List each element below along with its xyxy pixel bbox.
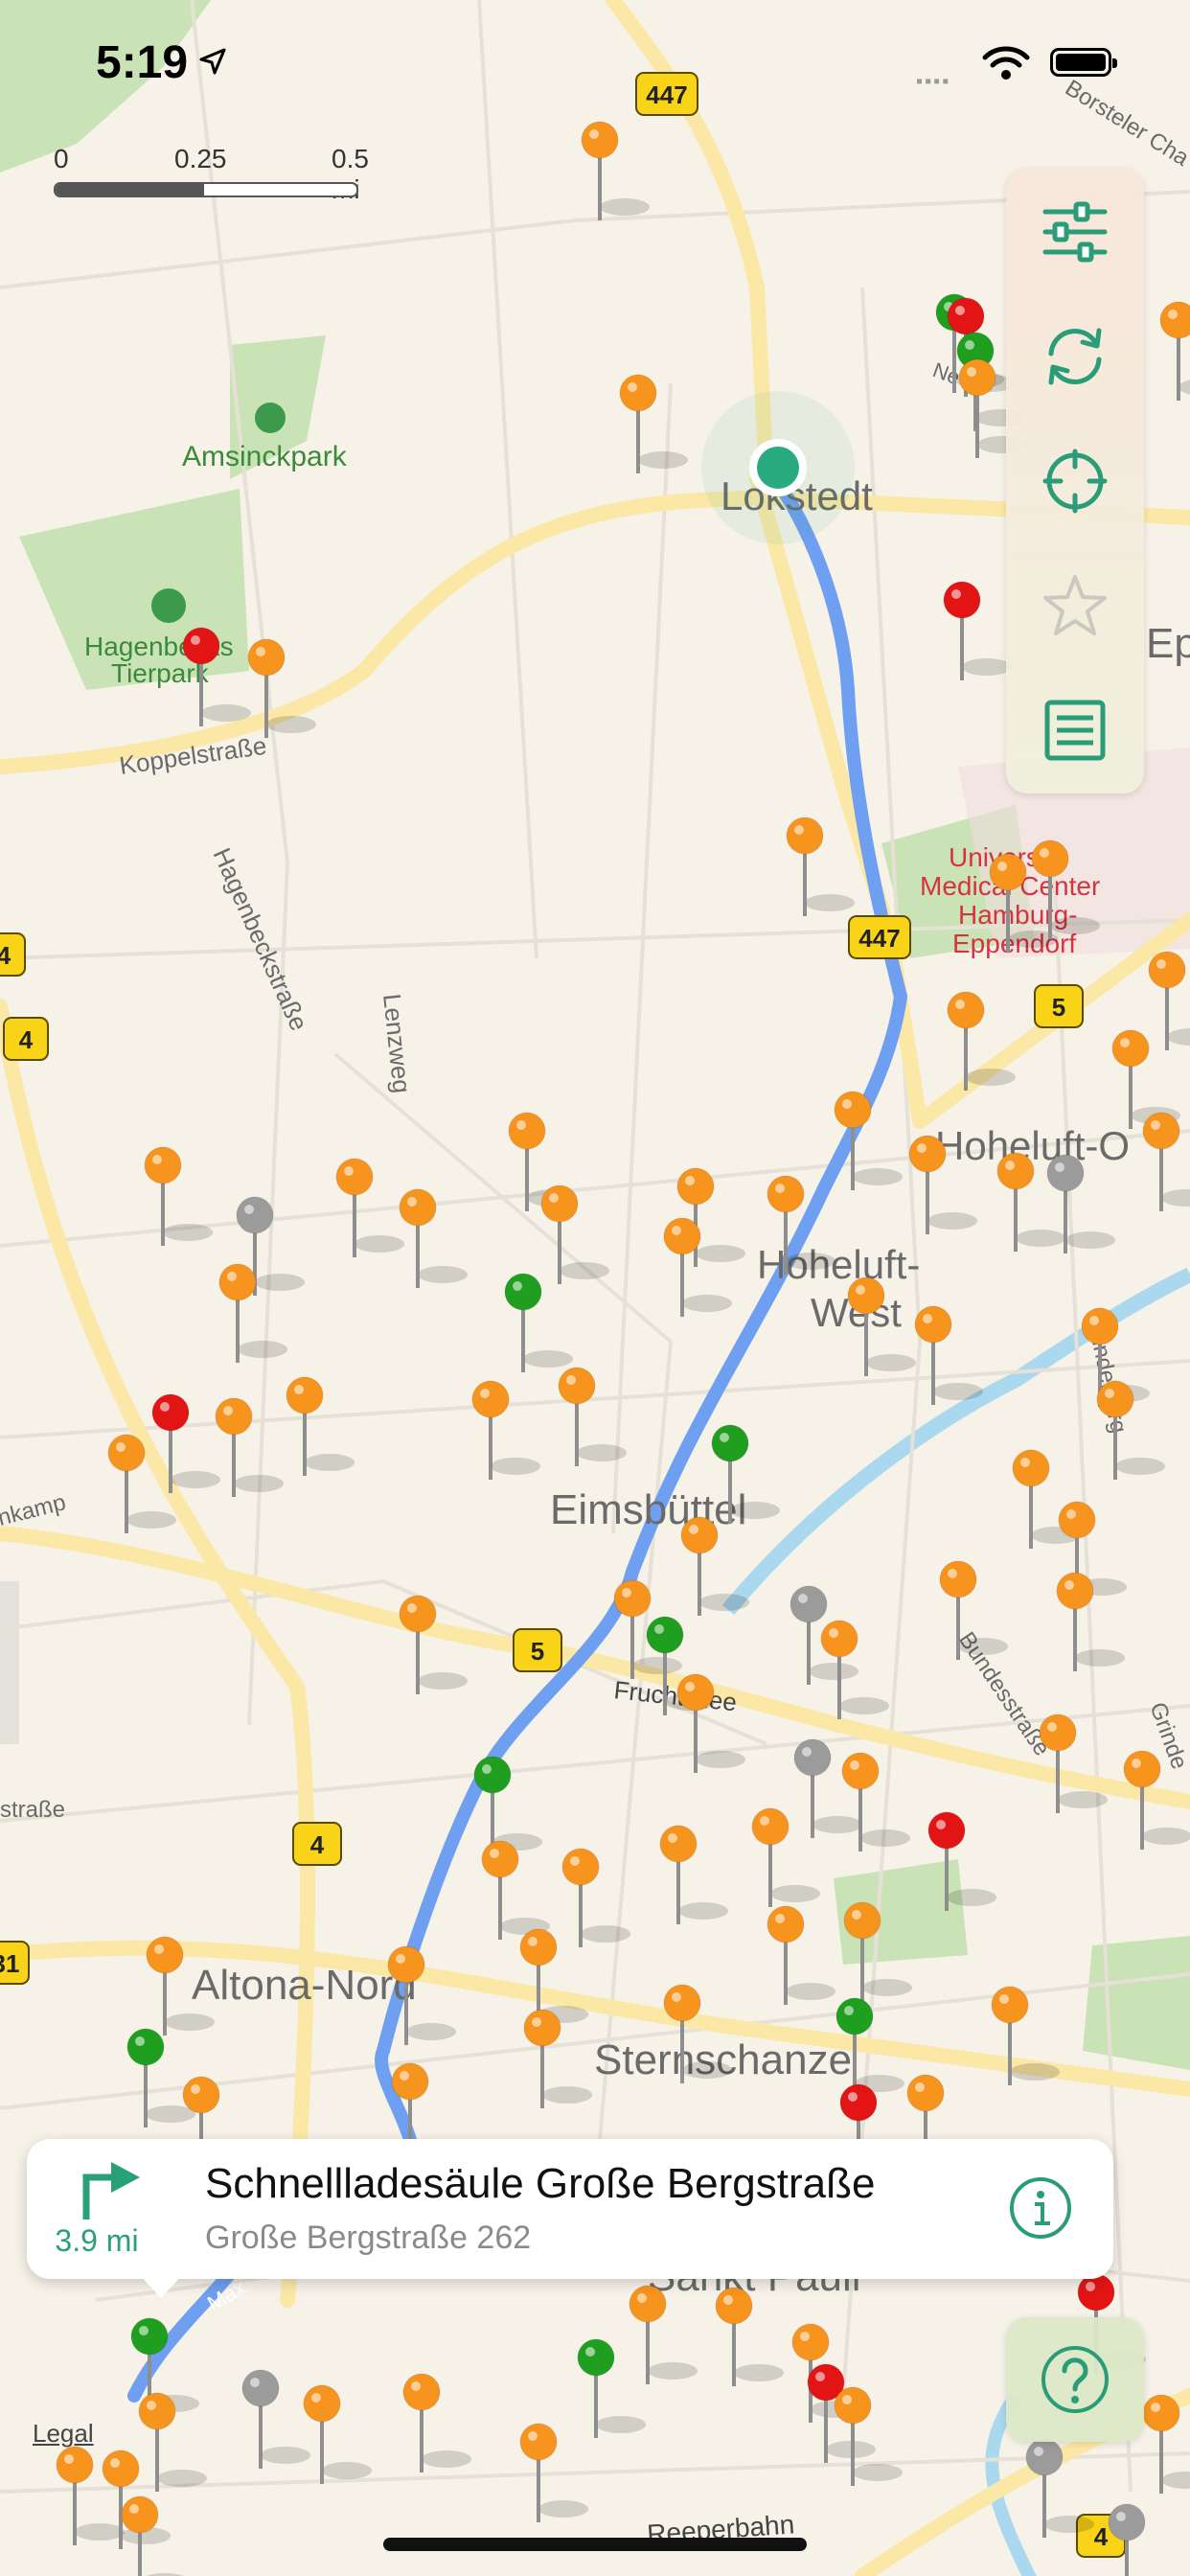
map-label-hoheluft-west-1: Hoheluft- <box>757 1242 920 1287</box>
current-location-dot-inner <box>757 447 799 489</box>
favorites-button[interactable] <box>1027 558 1123 654</box>
map-label-ep: Ep <box>1146 620 1190 667</box>
wifi-icon <box>982 46 1030 80</box>
crosshair-icon <box>1042 448 1108 514</box>
svg-text:31: 31 <box>0 1949 19 1978</box>
scale-bar <box>54 182 358 197</box>
svg-text:447: 447 <box>858 924 900 953</box>
home-indicator[interactable] <box>383 2538 807 2551</box>
map-scale: 0 0.25 0.5 mi <box>54 144 369 204</box>
road-shield: 31 <box>0 1941 30 1985</box>
refresh-icon <box>1048 328 1102 385</box>
map-label-altona-nord: Altona-Nord <box>192 1962 417 2009</box>
cellular-signal-icon: ▪▪▪▪ <box>916 71 951 92</box>
zoo-icon <box>151 588 186 623</box>
road-shield: 447 <box>848 915 911 959</box>
svg-text:4: 4 <box>0 941 11 970</box>
locate-me-button[interactable] <box>1027 433 1123 529</box>
road-shield: 4 <box>0 932 26 977</box>
svg-text:4: 4 <box>19 1025 34 1054</box>
star-icon <box>1043 575 1107 635</box>
road-shield: 4 <box>3 1017 49 1061</box>
help-button[interactable] <box>1006 2317 1144 2442</box>
turn-right-icon <box>82 2162 140 2220</box>
svg-text:5: 5 <box>531 1637 544 1666</box>
sliders-icon <box>1042 201 1108 263</box>
list-icon <box>1044 700 1106 761</box>
park-area <box>1083 1936 1190 2070</box>
road-shield: 4 <box>292 1822 342 1866</box>
map-label-eimsbuettel: Eimsbüttel <box>550 1486 746 1533</box>
list-button[interactable] <box>1027 682 1123 778</box>
refresh-button[interactable] <box>1027 309 1123 404</box>
svg-text:4: 4 <box>310 1830 325 1859</box>
station-address: Große Bergstraße 262 <box>205 2220 532 2256</box>
station-title: Schnellladesäule Große Bergstraße <box>205 2160 876 2207</box>
filter-button[interactable] <box>1027 184 1123 280</box>
route-distance: 3.9 mi <box>55 2223 139 2258</box>
info-icon[interactable] <box>1008 2175 1073 2241</box>
directions-button[interactable]: 3.9 mi <box>44 2156 149 2262</box>
map-label-amsinckpark: Amsinckpark <box>182 441 348 472</box>
building-area <box>0 1581 19 1744</box>
map-toolbar <box>1006 169 1144 794</box>
map-label-hoheluft-ost: Hoheluft-O <box>935 1123 1130 1168</box>
road-shield: 5 <box>513 1628 562 1672</box>
callout-tail <box>138 2273 184 2298</box>
scale-label-1: 0.25 <box>174 144 227 173</box>
status-bar: 5:19 ▪▪▪▪ <box>0 0 1190 125</box>
battery-icon <box>1050 48 1117 77</box>
legal-link[interactable]: Legal <box>33 2419 94 2449</box>
svg-text:5: 5 <box>1052 993 1065 1022</box>
svg-text:4: 4 <box>1094 2522 1109 2551</box>
road-shield: 5 <box>1034 984 1084 1028</box>
station-callout[interactable]: 3.9 mi Schnellladesäule Große Bergstraße… <box>27 2139 1113 2298</box>
location-arrow-icon <box>199 48 226 75</box>
question-icon <box>1041 2346 1109 2413</box>
status-time: 5:19 <box>96 37 189 88</box>
scale-label-0: 0 <box>54 144 69 173</box>
map-label-strasse-left: straße <box>0 1797 65 1823</box>
park-icon <box>255 402 286 433</box>
